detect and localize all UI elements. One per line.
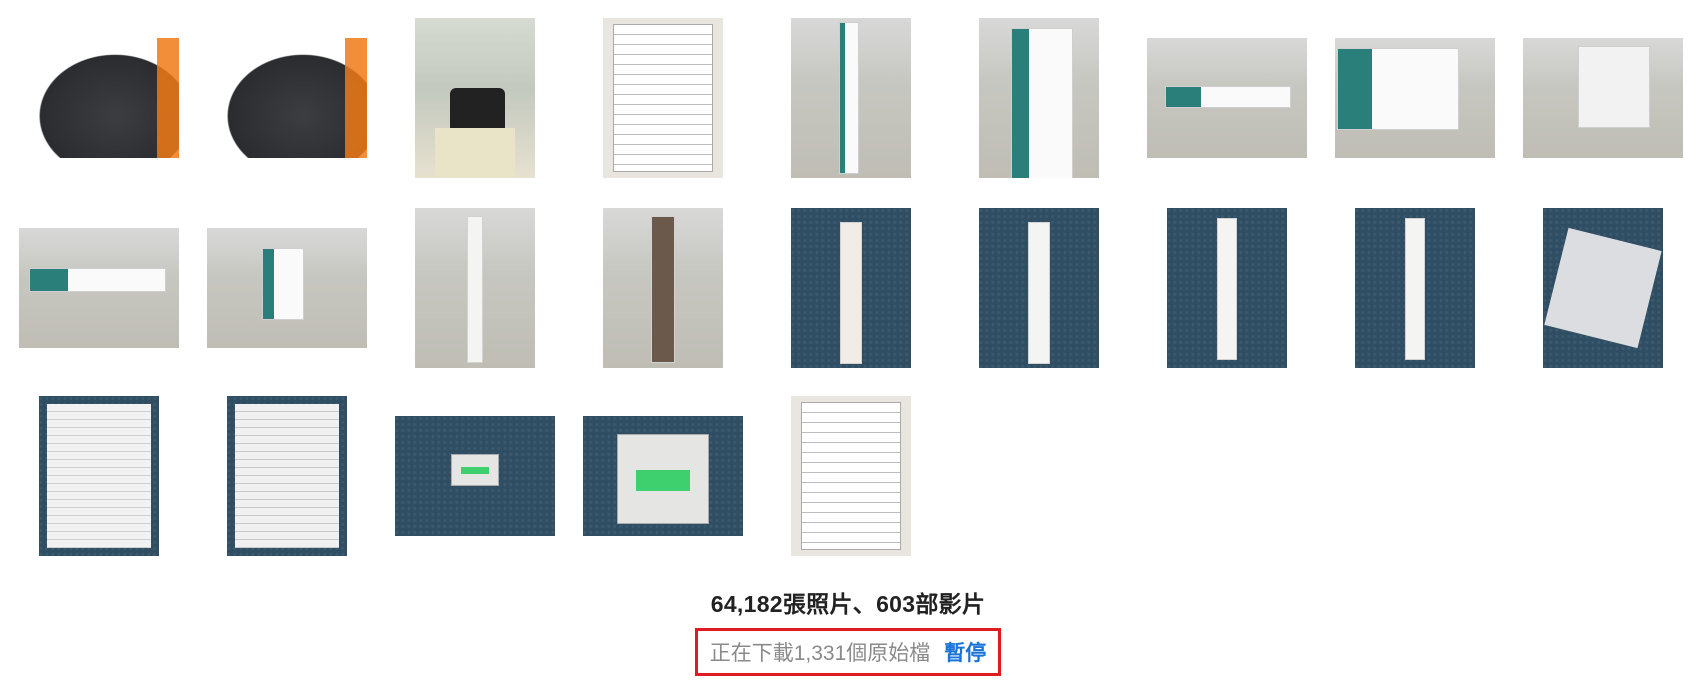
photo-box-vertical-2[interactable]: [945, 18, 1133, 178]
photo-scale-1[interactable]: [381, 396, 569, 556]
thumbnail-image: [415, 18, 535, 178]
photo-blade-wrapped-2[interactable]: [945, 208, 1133, 368]
thumbnail-image: [979, 208, 1099, 368]
photo-lab-test[interactable]: [381, 18, 569, 178]
thumbnail-image: [207, 38, 367, 158]
thumbnail-image: [1523, 38, 1683, 158]
photo-box-vertical[interactable]: [757, 18, 945, 178]
photo-black-disc-2[interactable]: [193, 18, 381, 178]
pause-button[interactable]: 暫停: [944, 637, 986, 667]
photo-inspection-form-2[interactable]: [757, 396, 945, 556]
library-summary: 64,182張照片、603部影片: [710, 591, 986, 617]
library-footer: 64,182張照片、603部影片 正在下載1,331個原始檔 暫停: [0, 585, 1696, 676]
photo-blade-wrapped-1[interactable]: [757, 208, 945, 368]
photo-blade-2[interactable]: [1321, 208, 1509, 368]
photo-box-floor-2[interactable]: [1321, 18, 1509, 178]
photo-parts-bag[interactable]: [1509, 208, 1696, 368]
thumbnail-image: [19, 228, 179, 348]
photo-box-floor-1[interactable]: [1133, 18, 1321, 178]
thumbnail-image: [1355, 208, 1475, 368]
photo-manual-1[interactable]: [5, 396, 193, 556]
photo-box-floor-5[interactable]: [193, 208, 381, 368]
thumbnail-image: [415, 208, 535, 368]
thumbnail-image: [791, 396, 911, 556]
photo-blade-1[interactable]: [1133, 208, 1321, 368]
thumbnail-image: [39, 396, 159, 556]
photo-box-floor-4[interactable]: [5, 208, 193, 368]
thumbnail-image: [603, 18, 723, 178]
photo-inspection-form-1[interactable]: [569, 18, 757, 178]
thumbnail-image: [603, 208, 723, 368]
photo-box-floor-3[interactable]: [1509, 18, 1696, 178]
photo-grid: [0, 0, 1696, 560]
thumbnail-image: [791, 18, 911, 178]
thumbnail-image: [1335, 38, 1495, 158]
thumbnail-image: [227, 396, 347, 556]
photo-black-disc-1[interactable]: [5, 18, 193, 178]
thumbnail-image: [1543, 208, 1663, 368]
photo-scale-2[interactable]: [569, 396, 757, 556]
thumbnail-image: [19, 38, 179, 158]
download-status-text: 正在下載1,331個原始檔: [709, 642, 931, 665]
thumbnail-image: [395, 416, 555, 536]
thumbnail-image: [791, 208, 911, 368]
thumbnail-image: [979, 18, 1099, 178]
thumbnail-image: [1147, 38, 1307, 158]
photo-blade-box[interactable]: [381, 208, 569, 368]
thumbnail-image: [207, 228, 367, 348]
photo-blade-box-open[interactable]: [569, 208, 757, 368]
download-status-box: 正在下載1,331個原始檔 暫停: [694, 628, 1002, 676]
thumbnail-image: [583, 416, 743, 536]
photo-manual-2[interactable]: [193, 396, 381, 556]
thumbnail-image: [1167, 208, 1287, 368]
